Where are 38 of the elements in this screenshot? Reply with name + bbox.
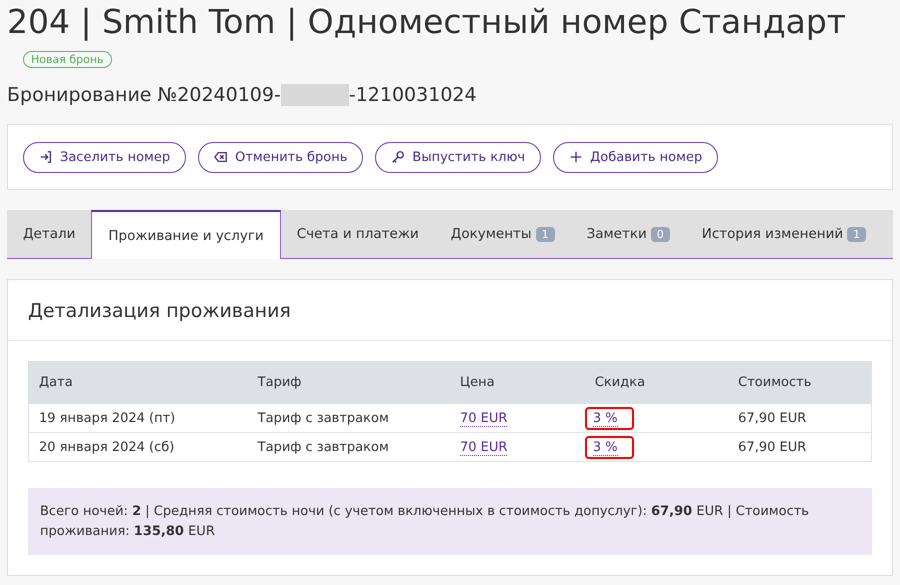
tab[interactable]: Проживание и услуги xyxy=(91,210,281,259)
tab[interactable]: Детали xyxy=(7,210,92,258)
discount-link[interactable]: 3 % xyxy=(592,410,618,426)
backspace-icon xyxy=(214,150,228,164)
action-button[interactable]: Заселить номер xyxy=(23,142,186,172)
tab[interactable]: Счета и платежи xyxy=(280,210,435,258)
table-cell: Тариф с завтраком xyxy=(248,432,450,462)
count-badge: 1 xyxy=(536,226,555,242)
key-icon xyxy=(391,150,406,164)
summary-text: Всего ночей: 2 | Средняя стоимость ночи (с учетом включенных в стоимость допуслуг): 67,90 EUR | Стоимость проживания: 135,80 EUR xyxy=(28,488,872,555)
price-link[interactable]: 70 EUR xyxy=(460,410,508,426)
status-badge: Новая бронь xyxy=(23,51,112,68)
booking-number: -1210031024 xyxy=(348,84,477,106)
discount-link[interactable]: 3 % xyxy=(592,440,618,456)
action-button[interactable]: Добавить номер xyxy=(553,142,718,172)
tab[interactable]: Заметки 0 xyxy=(570,210,686,258)
action-button[interactable]: Отменить бронь xyxy=(198,142,364,172)
count-badge: 1 xyxy=(847,226,866,242)
plus-icon xyxy=(569,150,584,164)
page-title: 204 | Smith Tom | Одноместный номер Стандарт xyxy=(7,1,848,43)
action-button[interactable]: Выпустить ключ xyxy=(375,142,542,172)
table-cell: 67,90 EUR xyxy=(728,432,872,462)
table-cell: 19 января 2024 (пт) xyxy=(28,404,248,432)
column-header: Тариф xyxy=(248,362,450,404)
table-cell: Тариф с завтраком xyxy=(248,404,450,432)
column-header: Цена xyxy=(450,362,585,404)
column-header: Дата xyxy=(28,362,248,404)
table-cell: 20 января 2024 (сб) xyxy=(28,432,248,462)
booking-number: Бронирование №20240109- xyxy=(7,84,281,106)
section-title: Детализация проживания xyxy=(8,280,892,341)
column-header: Скидка xyxy=(584,362,728,404)
tab[interactable]: Документы 1 xyxy=(434,210,571,258)
price-link[interactable]: 70 EUR xyxy=(460,440,508,456)
table-cell: 67,90 EUR xyxy=(728,404,872,432)
sign-in-icon xyxy=(39,150,53,164)
tab[interactable]: История изменений 1 xyxy=(686,210,882,258)
column-header: Стоимость xyxy=(728,362,872,404)
count-badge: 0 xyxy=(650,226,670,242)
